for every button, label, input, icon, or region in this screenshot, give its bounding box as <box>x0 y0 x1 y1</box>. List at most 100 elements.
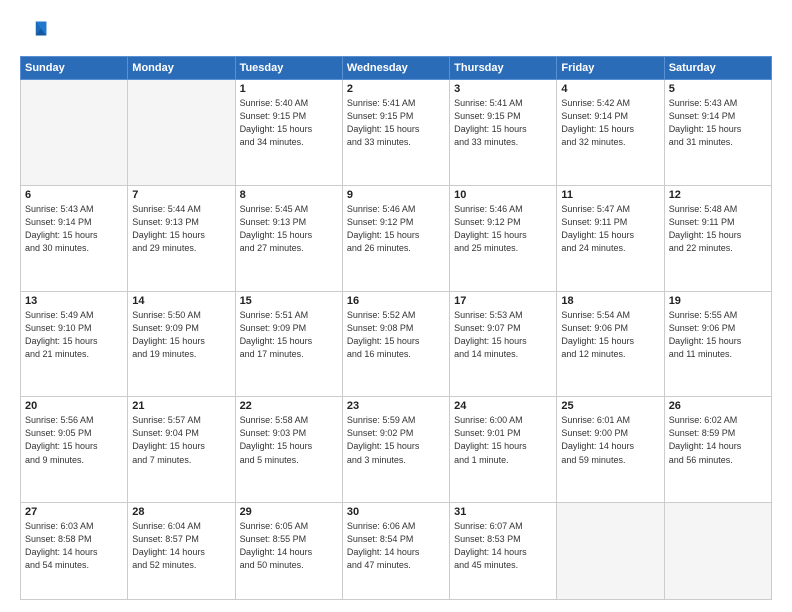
day-number: 21 <box>132 400 230 412</box>
weekday-header-wednesday: Wednesday <box>342 57 449 80</box>
day-info: Sunrise: 5:56 AM Sunset: 9:05 PM Dayligh… <box>25 414 123 466</box>
calendar-cell: 5 Sunrise: 5:43 AM Sunset: 9:14 PM Daylig… <box>664 80 771 186</box>
day-info: Sunrise: 5:40 AM Sunset: 9:15 PM Dayligh… <box>240 97 338 149</box>
day-number: 28 <box>132 506 230 518</box>
day-number: 15 <box>240 295 338 307</box>
day-info: Sunrise: 5:57 AM Sunset: 9:04 PM Dayligh… <box>132 414 230 466</box>
day-number: 27 <box>25 506 123 518</box>
day-info: Sunrise: 5:54 AM Sunset: 9:06 PM Dayligh… <box>561 309 659 361</box>
day-number: 19 <box>669 295 767 307</box>
day-number: 16 <box>347 295 445 307</box>
day-info: Sunrise: 6:00 AM Sunset: 9:01 PM Dayligh… <box>454 414 552 466</box>
weekday-header-thursday: Thursday <box>450 57 557 80</box>
calendar-cell: 13 Sunrise: 5:49 AM Sunset: 9:10 PM Dayli… <box>21 291 128 397</box>
weekday-header-friday: Friday <box>557 57 664 80</box>
header <box>20 18 772 46</box>
day-info: Sunrise: 5:58 AM Sunset: 9:03 PM Dayligh… <box>240 414 338 466</box>
day-number: 8 <box>240 189 338 201</box>
day-info: Sunrise: 6:04 AM Sunset: 8:57 PM Dayligh… <box>132 520 230 572</box>
day-info: Sunrise: 5:41 AM Sunset: 9:15 PM Dayligh… <box>454 97 552 149</box>
calendar-page: SundayMondayTuesdayWednesdayThursdayFrid… <box>0 0 792 612</box>
day-number: 29 <box>240 506 338 518</box>
day-info: Sunrise: 6:03 AM Sunset: 8:58 PM Dayligh… <box>25 520 123 572</box>
day-info: Sunrise: 5:55 AM Sunset: 9:06 PM Dayligh… <box>669 309 767 361</box>
day-number: 1 <box>240 83 338 95</box>
day-number: 6 <box>25 189 123 201</box>
calendar-cell: 3Sunrise: 5:41 AM Sunset: 9:15 PM Daylig… <box>450 80 557 186</box>
calendar-cell <box>664 503 771 600</box>
calendar-cell: 21 Sunrise: 5:57 AM Sunset: 9:04 PM Dayli… <box>128 397 235 503</box>
calendar-cell: 18 Sunrise: 5:54 AM Sunset: 9:06 PM Dayli… <box>557 291 664 397</box>
day-number: 12 <box>669 189 767 201</box>
day-number: 26 <box>669 400 767 412</box>
calendar-cell: 2Sunrise: 5:41 AM Sunset: 9:15 PM Daylig… <box>342 80 449 186</box>
weekday-header-tuesday: Tuesday <box>235 57 342 80</box>
day-info: Sunrise: 5:48 AM Sunset: 9:11 PM Dayligh… <box>669 203 767 255</box>
weekday-header-monday: Monday <box>128 57 235 80</box>
calendar-cell: 14 Sunrise: 5:50 AM Sunset: 9:09 PM Dayli… <box>128 291 235 397</box>
day-number: 7 <box>132 189 230 201</box>
day-number: 10 <box>454 189 552 201</box>
calendar-cell: 28 Sunrise: 6:04 AM Sunset: 8:57 PM Dayli… <box>128 503 235 600</box>
day-number: 11 <box>561 189 659 201</box>
day-info: Sunrise: 5:43 AM Sunset: 9:14 PM Dayligh… <box>669 97 767 149</box>
calendar-cell: 16Sunrise: 5:52 AM Sunset: 9:08 PM Dayli… <box>342 291 449 397</box>
calendar-cell: 12 Sunrise: 5:48 AM Sunset: 9:11 PM Dayli… <box>664 185 771 291</box>
day-number: 20 <box>25 400 123 412</box>
calendar-cell: 6Sunrise: 5:43 AM Sunset: 9:14 PM Daylig… <box>21 185 128 291</box>
day-number: 24 <box>454 400 552 412</box>
week-row-2: 6Sunrise: 5:43 AM Sunset: 9:14 PM Daylig… <box>21 185 772 291</box>
day-number: 2 <box>347 83 445 95</box>
day-info: Sunrise: 5:49 AM Sunset: 9:10 PM Dayligh… <box>25 309 123 361</box>
day-info: Sunrise: 5:50 AM Sunset: 9:09 PM Dayligh… <box>132 309 230 361</box>
week-row-3: 13 Sunrise: 5:49 AM Sunset: 9:10 PM Dayli… <box>21 291 772 397</box>
calendar-cell: 22 Sunrise: 5:58 AM Sunset: 9:03 PM Dayli… <box>235 397 342 503</box>
day-info: Sunrise: 6:07 AM Sunset: 8:53 PM Dayligh… <box>454 520 552 572</box>
calendar-cell: 31 Sunrise: 6:07 AM Sunset: 8:53 PM Dayli… <box>450 503 557 600</box>
calendar-cell: 4Sunrise: 5:42 AM Sunset: 9:14 PM Daylig… <box>557 80 664 186</box>
calendar-cell: 25Sunrise: 6:01 AM Sunset: 9:00 PM Dayli… <box>557 397 664 503</box>
day-number: 14 <box>132 295 230 307</box>
weekday-header-sunday: Sunday <box>21 57 128 80</box>
week-row-5: 27 Sunrise: 6:03 AM Sunset: 8:58 PM Dayli… <box>21 503 772 600</box>
weekday-header-saturday: Saturday <box>664 57 771 80</box>
day-number: 5 <box>669 83 767 95</box>
calendar-cell <box>557 503 664 600</box>
day-info: Sunrise: 5:51 AM Sunset: 9:09 PM Dayligh… <box>240 309 338 361</box>
day-number: 22 <box>240 400 338 412</box>
calendar-table: SundayMondayTuesdayWednesdayThursdayFrid… <box>20 56 772 600</box>
day-number: 25 <box>561 400 659 412</box>
week-row-4: 20 Sunrise: 5:56 AM Sunset: 9:05 PM Dayli… <box>21 397 772 503</box>
calendar-cell: 15 Sunrise: 5:51 AM Sunset: 9:09 PM Dayli… <box>235 291 342 397</box>
day-number: 4 <box>561 83 659 95</box>
day-info: Sunrise: 5:45 AM Sunset: 9:13 PM Dayligh… <box>240 203 338 255</box>
logo <box>20 18 52 46</box>
calendar-cell: 29 Sunrise: 6:05 AM Sunset: 8:55 PM Dayli… <box>235 503 342 600</box>
day-number: 9 <box>347 189 445 201</box>
day-number: 23 <box>347 400 445 412</box>
day-info: Sunrise: 5:44 AM Sunset: 9:13 PM Dayligh… <box>132 203 230 255</box>
weekday-header-row: SundayMondayTuesdayWednesdayThursdayFrid… <box>21 57 772 80</box>
logo-icon <box>20 18 48 46</box>
calendar-cell: 30Sunrise: 6:06 AM Sunset: 8:54 PM Dayli… <box>342 503 449 600</box>
calendar-cell: 11 Sunrise: 5:47 AM Sunset: 9:11 PM Dayli… <box>557 185 664 291</box>
calendar-cell <box>21 80 128 186</box>
day-info: Sunrise: 6:06 AM Sunset: 8:54 PM Dayligh… <box>347 520 445 572</box>
day-number: 17 <box>454 295 552 307</box>
calendar-cell: 8 Sunrise: 5:45 AM Sunset: 9:13 PM Daylig… <box>235 185 342 291</box>
day-info: Sunrise: 5:47 AM Sunset: 9:11 PM Dayligh… <box>561 203 659 255</box>
day-info: Sunrise: 6:05 AM Sunset: 8:55 PM Dayligh… <box>240 520 338 572</box>
day-info: Sunrise: 5:46 AM Sunset: 9:12 PM Dayligh… <box>347 203 445 255</box>
calendar-cell <box>128 80 235 186</box>
calendar-cell: 7 Sunrise: 5:44 AM Sunset: 9:13 PM Daylig… <box>128 185 235 291</box>
day-number: 18 <box>561 295 659 307</box>
calendar-cell: 17 Sunrise: 5:53 AM Sunset: 9:07 PM Dayli… <box>450 291 557 397</box>
calendar-cell: 27 Sunrise: 6:03 AM Sunset: 8:58 PM Dayli… <box>21 503 128 600</box>
day-info: Sunrise: 5:46 AM Sunset: 9:12 PM Dayligh… <box>454 203 552 255</box>
day-number: 13 <box>25 295 123 307</box>
day-info: Sunrise: 5:53 AM Sunset: 9:07 PM Dayligh… <box>454 309 552 361</box>
calendar-cell: 20 Sunrise: 5:56 AM Sunset: 9:05 PM Dayli… <box>21 397 128 503</box>
calendar-cell: 9 Sunrise: 5:46 AM Sunset: 9:12 PM Daylig… <box>342 185 449 291</box>
day-number: 31 <box>454 506 552 518</box>
calendar-cell: 23Sunrise: 5:59 AM Sunset: 9:02 PM Dayli… <box>342 397 449 503</box>
